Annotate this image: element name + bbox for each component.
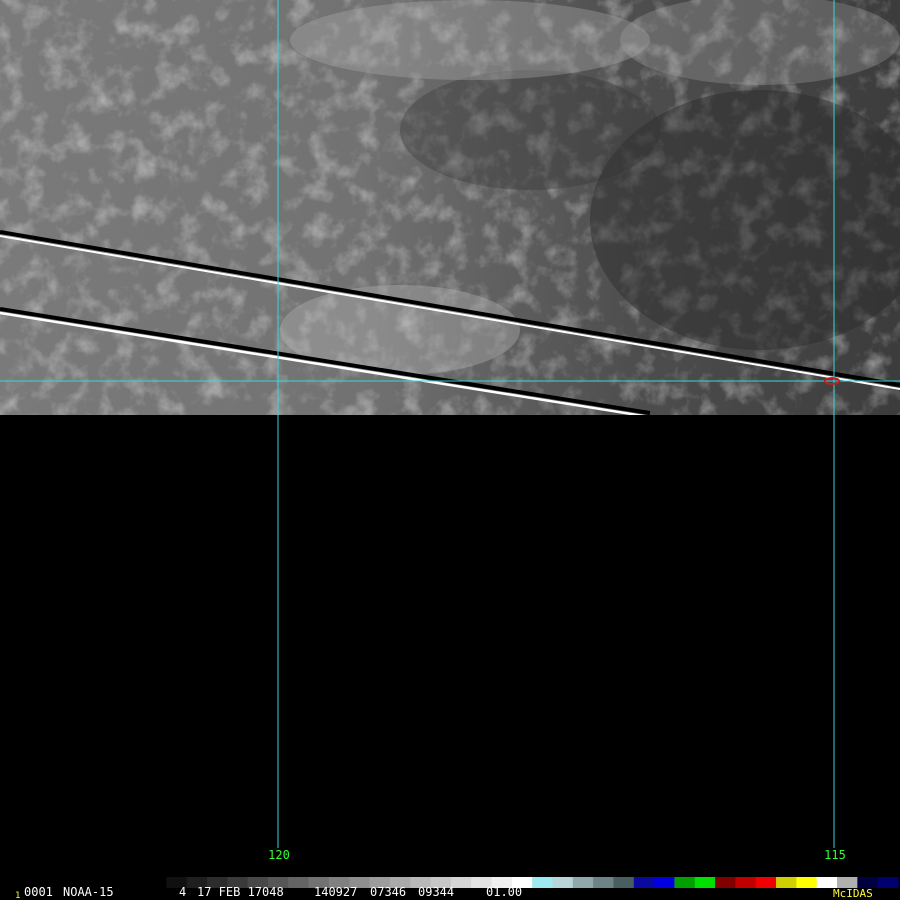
color-bar-segment [755, 877, 777, 888]
color-bar-segment [694, 877, 716, 888]
color-bar-segment [572, 877, 594, 888]
color-bar-segment [288, 877, 310, 888]
image-line: 07346 [370, 885, 406, 899]
color-bar-segment [715, 877, 736, 888]
color-bar-segment [593, 877, 614, 888]
color-bar-segment [674, 877, 696, 888]
color-bar-segment [552, 877, 574, 888]
color-bar-segment [633, 877, 655, 888]
band-number: 4 [179, 885, 186, 899]
frame-id: 0001 [24, 885, 53, 899]
longitude-label-120: 120 [268, 848, 290, 862]
image-date: 17 FEB 17048 [197, 885, 284, 899]
image-element: 09344 [418, 885, 454, 899]
color-bar-segment [877, 877, 899, 888]
color-bar-segment [146, 877, 167, 888]
mcidas-logo-text: McIDAS [833, 887, 873, 900]
no-data-region [0, 415, 900, 875]
color-bar-segment [735, 877, 757, 888]
color-bar-segment [654, 877, 675, 888]
color-bar-segment [613, 877, 635, 888]
satellite-name: NOAA-15 [63, 885, 114, 899]
color-bar-segment [776, 877, 797, 888]
satellite-image [0, 0, 900, 415]
longitude-label-115: 115 [824, 848, 846, 862]
image-resolution: 01.00 [486, 885, 522, 899]
color-bar-segment [532, 877, 553, 888]
color-bar-segment [796, 877, 818, 888]
frame-number: 1 [15, 891, 20, 900]
image-time: 140927 [314, 885, 357, 899]
satellite-image-viewer: 120 115 1 0001 NOAA-15 4 17 FEB 17048 14… [0, 0, 900, 900]
